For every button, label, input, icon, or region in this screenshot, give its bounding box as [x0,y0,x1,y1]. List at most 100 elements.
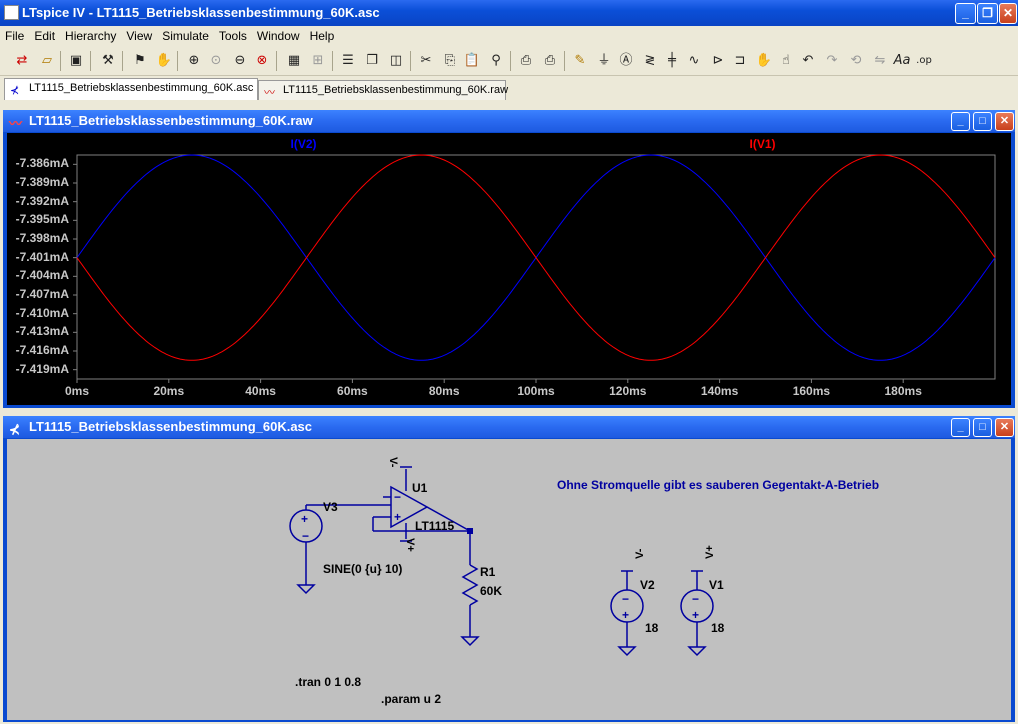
waveform-maximize-button[interactable]: □ [973,112,992,131]
component-icon[interactable]: ⊐ [730,51,750,71]
y-tick-label: -7.407mA [15,287,69,301]
drag-icon[interactable]: ☝ [776,51,796,71]
schematic-canvas[interactable]: + − − + − + − + V3 SINE(0 {u} 10) U1 LT1115 … [7,439,1011,720]
waveform-plot[interactable]: -7.386mA -7.389mA -7.392mA -7.395mA -7.398mA… [7,133,1011,405]
autorange-icon[interactable]: ▦ [284,51,304,71]
menu-window[interactable]: Window [252,26,305,43]
capacitor-icon[interactable]: ╪ [662,51,682,71]
zoom-in-icon[interactable]: ⊕ [184,51,204,71]
tran-directive[interactable]: .tran 0 1 0.8 [295,675,361,689]
y-tick-label: -7.416mA [15,343,69,357]
paste-icon[interactable]: 📋 [462,51,482,71]
schematic-minimize-button[interactable]: _ [951,418,970,437]
ground-symbol [617,646,637,657]
vminus-flag-label: V- [387,457,399,468]
minimize-button[interactable]: _ [955,3,976,24]
waveform-close-button[interactable]: ✕ [995,112,1014,131]
waveform-minimize-button[interactable]: _ [951,112,970,131]
x-tick-label: 40ms [245,384,276,398]
x-tick-label: 140ms [700,384,739,398]
plot-canvas [73,154,996,383]
x-tick-label: 120ms [609,384,647,398]
schematic-comment[interactable]: Ohne Stromquelle gibt es sauberen Gegent… [557,478,879,492]
grid-icon[interactable]: ⊞ [308,51,328,71]
schematic-icon: ⊀ [9,422,20,437]
v2-value-label: 18 [645,621,659,635]
menu-simulate[interactable]: Simulate [157,26,214,43]
print-preview-icon[interactable]: ⎙ [516,51,536,71]
menu-tools[interactable]: Tools [214,26,252,43]
svg-text:−: − [302,529,309,543]
restore-button[interactable]: ❐ [977,3,998,24]
move-icon[interactable]: ✋ [754,51,774,71]
trace-label-iv2[interactable]: I(V2) [291,137,317,151]
v3-label: V3 [323,500,338,514]
y-tick-label: -7.404mA [15,268,69,283]
series-line-iv1[interactable] [76,154,996,361]
save-icon[interactable]: ▣ [66,51,86,71]
menu-help[interactable]: Help [305,26,340,43]
v3-value-label: SINE(0 {u} 10) [323,562,403,576]
pan-icon[interactable]: ⊙ [206,51,226,71]
svg-text:+: + [301,512,308,526]
tab-waveform[interactable]: 〰 LT1115_Betriebsklassenbestimmung_60K.r… [258,80,509,100]
menu-hierarchy[interactable]: Hierarchy [60,26,121,43]
zoom-out-icon[interactable]: ⊖ [230,51,250,71]
plot-frame [76,154,996,380]
diode-icon[interactable]: ⊳ [708,51,728,71]
toolbar: ⇄ ▱ ▣ ⚒ ⚑ ✋ ⊕ ⊙ ⊖ ⊗ ▦ ⊞ ☰ ❐ ◫ ✂ ⎘ 📋 ⚲ ⎙ … [0,46,1018,76]
control-panel-icon[interactable]: ⚒ [98,51,118,71]
new-schematic-icon[interactable]: ⇄ [12,51,32,71]
schematic-maximize-button[interactable]: □ [973,418,992,437]
menu-file[interactable]: File [0,26,29,43]
y-tick-label: -7.398mA [15,231,69,245]
tab-waveform-label: LT1115_Betriebsklassenbestimmung_60K.raw [283,84,509,96]
copy-icon[interactable]: ⎘ [440,51,460,71]
v1-label: V1 [709,578,724,592]
mirror-icon[interactable]: ⇋ [870,51,890,71]
zoom-fit-icon[interactable]: ⊗ [252,51,272,71]
rotate-icon[interactable]: ⟲ [846,51,866,71]
svg-text:+: + [622,608,629,622]
svg-text:−: − [394,490,401,504]
print-icon[interactable]: ⎙ [540,51,560,71]
tile-horizontal-icon[interactable]: ☰ [338,51,358,71]
waveform-icon: 〰 [9,116,23,131]
v1-flag-label: V+ [704,545,716,559]
undo-icon[interactable]: ↶ [798,51,818,71]
cut-icon[interactable]: ✂ [416,51,436,71]
halt-icon[interactable]: ✋ [154,51,174,71]
open-icon[interactable]: ▱ [37,51,57,71]
resistor-icon[interactable]: ≷ [640,51,660,71]
spice-directive-icon[interactable]: .op [914,51,934,71]
y-tick-label: -7.386mA [15,156,69,171]
text-icon[interactable]: Aa [892,51,912,71]
ground-icon[interactable]: ⏚ [594,51,614,71]
run-icon[interactable]: ⚑ [130,51,150,71]
cascade-icon[interactable]: ❐ [362,51,382,71]
inductor-icon[interactable]: ∿ [684,51,704,71]
y-tick-label: -7.419mA [15,361,69,376]
schematic-close-button[interactable]: ✕ [995,418,1014,437]
label-net-icon[interactable]: Ⓐ [616,51,636,71]
u1-part-label: LT1115 [415,519,455,533]
y-tick-label: -7.389mA [15,175,69,189]
title-bar: LTspice IV - LT1115_Betriebsklassenbesti… [0,0,1018,26]
tab-schematic-label: LT1115_Betriebsklassenbestimmung_60K.asc [29,82,254,94]
x-tick-label: 100ms [517,384,555,398]
window-title: LTspice IV - LT1115_Betriebsklassenbesti… [22,5,380,20]
tile-vertical-icon[interactable]: ◫ [386,51,406,71]
close-button[interactable]: ✕ [999,3,1017,24]
menu-edit[interactable]: Edit [29,26,60,43]
menu-view[interactable]: View [121,26,157,43]
tab-schematic[interactable]: ⊀ LT1115_Betriebsklassenbestimmung_60K.a… [4,78,258,100]
trace-label-iv1[interactable]: I(V1) [750,137,776,151]
resistor-r1-symbol[interactable] [461,564,479,606]
find-icon[interactable]: ⚲ [486,51,506,71]
redo-icon[interactable]: ↷ [822,51,842,71]
x-tick-label: 180ms [884,384,922,398]
x-tick-label: 160ms [792,384,831,398]
draw-wire-icon[interactable]: ✎ [570,51,590,71]
param-directive[interactable]: .param u 2 [381,692,441,706]
waveform-window-title: LT1115_Betriebsklassenbestimmung_60K.raw [29,113,313,128]
